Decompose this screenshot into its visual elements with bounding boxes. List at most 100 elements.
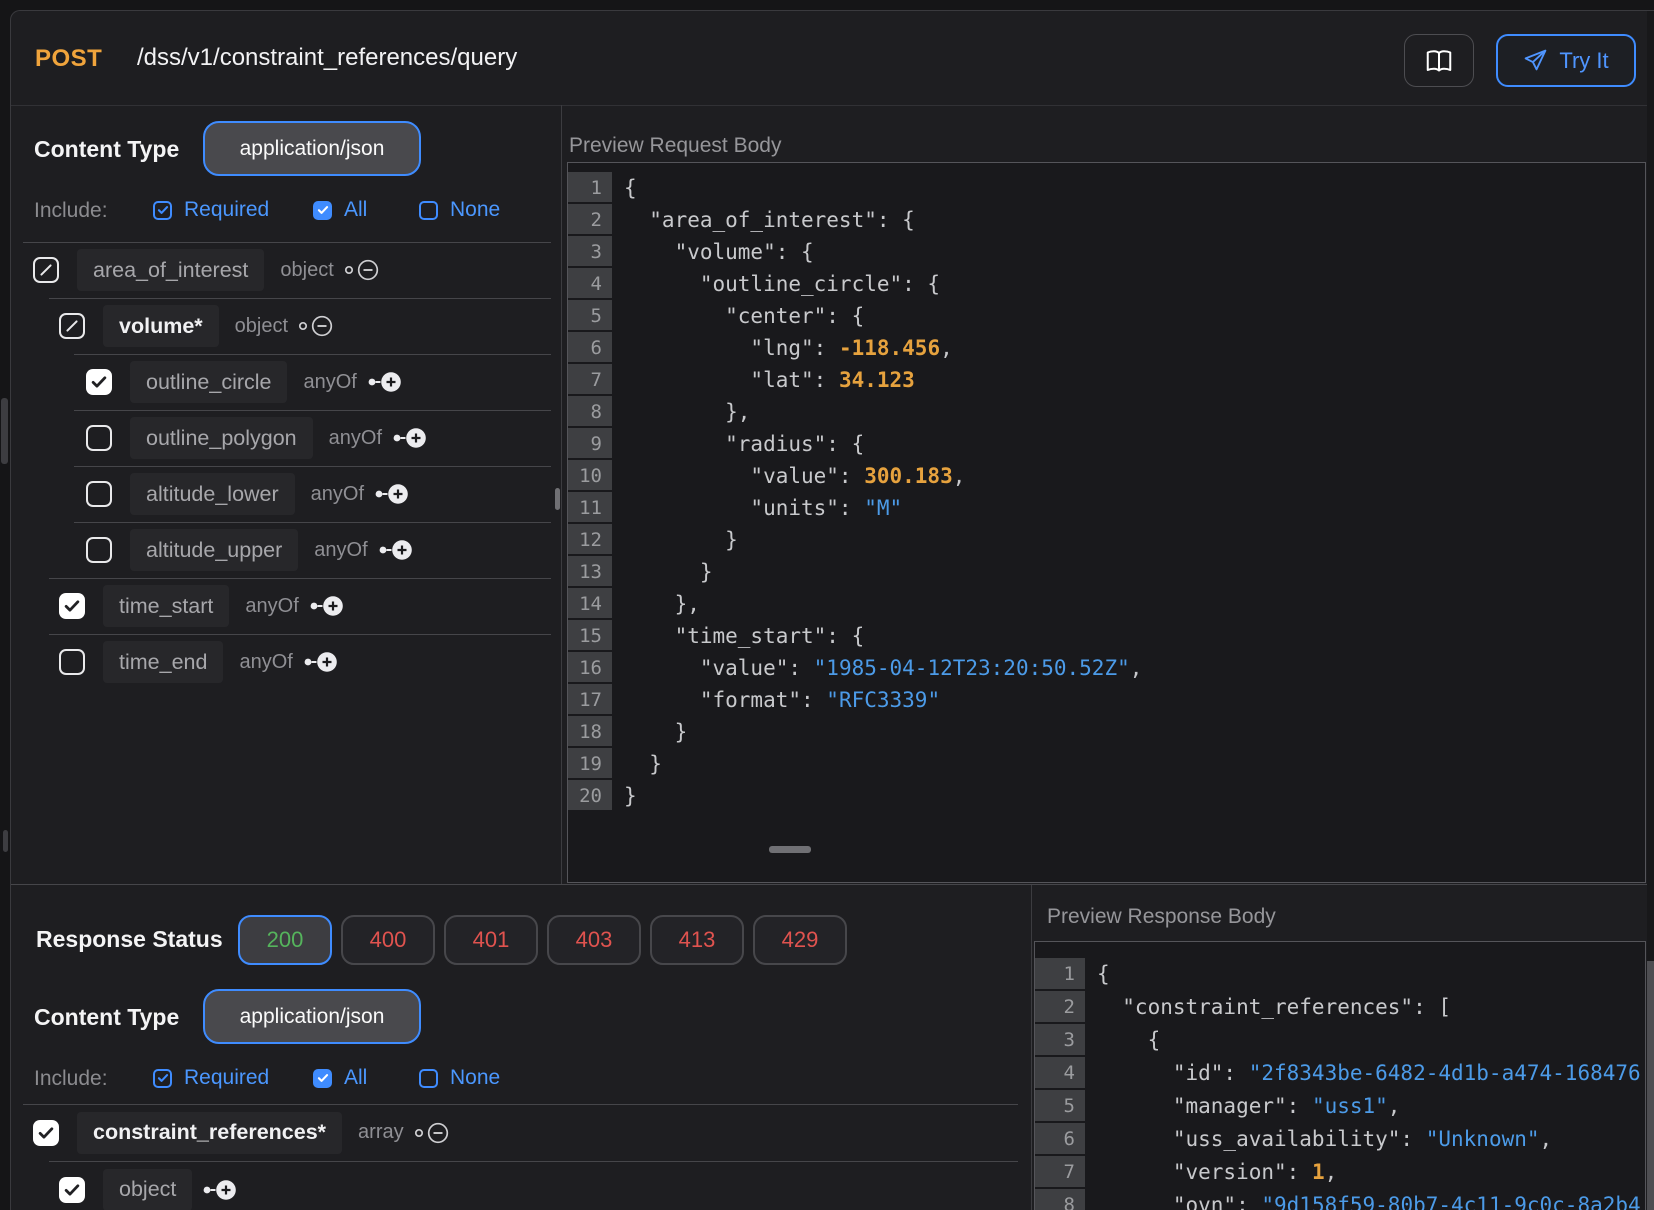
response-schema-tree: constraint_references*arrayobject [11, 1104, 1018, 1210]
response-status-label: Response Status [36, 926, 223, 953]
response-content-type-value: application/json [240, 1005, 385, 1029]
code-line: 17 "format": "RFC3339" [568, 684, 1645, 716]
field-name: constraint_references* [93, 1120, 326, 1145]
collapse-toggle-icon[interactable] [298, 314, 334, 338]
field-name: time_end [119, 650, 207, 675]
checkbox-indeterminate[interactable] [59, 313, 85, 339]
include-option-required[interactable]: Required [153, 199, 269, 221]
line-number: 1 [568, 172, 612, 204]
checkbox-unchecked[interactable] [59, 649, 85, 675]
right-scrollbar-thumb[interactable] [1647, 961, 1654, 1210]
line-number: 12 [568, 524, 612, 556]
response-body-code[interactable]: 1{2 "constraint_references": [3 {4 "id":… [1034, 941, 1646, 1210]
code-text: "center": { [612, 300, 864, 332]
expand-toggle-icon[interactable] [367, 370, 403, 394]
code-text: { [612, 172, 637, 204]
include-option-all[interactable]: All [313, 1067, 367, 1089]
code-text: "uss_availability": "Unknown", [1085, 1123, 1552, 1156]
schema-row-object: object [11, 1161, 1018, 1210]
left-scrollbar-thumb-small[interactable] [3, 830, 8, 852]
checkbox-unchecked[interactable] [86, 481, 112, 507]
checkbox-unchecked[interactable] [86, 537, 112, 563]
response-content-type-label: Content Type [34, 1004, 179, 1031]
field-name: object [119, 1177, 176, 1202]
line-number: 5 [568, 300, 612, 332]
docs-button[interactable] [1404, 34, 1474, 87]
code-text: }, [612, 396, 750, 428]
code-text: "version": 1, [1085, 1156, 1337, 1189]
code-line: 1{ [568, 172, 1645, 204]
checkbox-checked[interactable] [59, 1177, 85, 1203]
status-button-413[interactable]: 413 [650, 915, 744, 965]
field-pill: time_start [103, 585, 229, 627]
field-pill: altitude_lower [130, 473, 295, 515]
code-line: 15 "time_start": { [568, 620, 1645, 652]
expand-toggle-icon[interactable] [202, 1178, 238, 1202]
code-text: "lat": 34.123 [612, 364, 915, 396]
include-option-none[interactable]: None [419, 199, 500, 221]
code-line: 14 }, [568, 588, 1645, 620]
endpoint-card: POST /dss/v1/constraint_references/query… [10, 10, 1654, 1210]
request-schema-tree: area_of_interestobjectvolume*objectoutli… [11, 242, 551, 690]
include-option-label: Required [184, 198, 269, 222]
code-text: } [612, 716, 687, 748]
include-option-required[interactable]: Required [153, 1067, 269, 1089]
expand-toggle-icon[interactable] [378, 538, 414, 562]
try-it-button[interactable]: Try It [1496, 34, 1636, 87]
code-text: } [612, 780, 637, 812]
collapse-toggle-icon[interactable] [414, 1121, 450, 1145]
include-option-label: All [344, 1066, 367, 1090]
schema-row-outline_circle: outline_circleanyOf [11, 354, 551, 410]
checkbox-unchecked[interactable] [86, 425, 112, 451]
checkbox-checked[interactable] [86, 369, 112, 395]
include-checkbox-outline-check [153, 1069, 172, 1088]
expand-toggle-icon[interactable] [374, 482, 410, 506]
request-content-type-button[interactable]: application/json [203, 121, 421, 176]
field-name: altitude_lower [146, 482, 279, 507]
status-button-403[interactable]: 403 [547, 915, 641, 965]
request-code-hscrollbar-thumb[interactable] [769, 846, 811, 853]
field-pill: altitude_upper [130, 529, 298, 571]
status-button-200[interactable]: 200 [238, 915, 332, 965]
status-button-401[interactable]: 401 [444, 915, 538, 965]
left-scrollbar-thumb[interactable] [1, 398, 8, 464]
include-checkbox-filled-check [313, 1069, 332, 1088]
code-text: "volume": { [612, 236, 814, 268]
line-number: 11 [568, 492, 612, 524]
http-method-badge: POST [35, 45, 102, 73]
expand-toggle-icon[interactable] [309, 594, 345, 618]
include-option-all[interactable]: All [313, 199, 367, 221]
expand-toggle-icon[interactable] [392, 426, 428, 450]
code-line: 1{ [1035, 958, 1645, 991]
line-number: 5 [1035, 1090, 1085, 1123]
code-text: "radius": { [612, 428, 864, 460]
schema-panel-scrollbar-thumb[interactable] [555, 488, 560, 510]
code-text: } [612, 748, 662, 780]
schema-row-outline_polygon: outline_polygonanyOf [11, 410, 551, 466]
checkbox-checked[interactable] [59, 593, 85, 619]
line-number: 6 [1035, 1123, 1085, 1156]
request-content-type-value: application/json [240, 137, 385, 161]
field-pill: time_end [103, 641, 223, 683]
field-pill: outline_polygon [130, 417, 313, 459]
code-line: 3 { [1035, 1024, 1645, 1057]
code-text: "id": "2f8343be-6482-4d1b-a474-168476 [1085, 1057, 1641, 1090]
line-number: 7 [1035, 1156, 1085, 1189]
include-option-none[interactable]: None [419, 1067, 500, 1089]
field-pill: constraint_references* [77, 1112, 342, 1154]
collapse-toggle-icon[interactable] [344, 258, 380, 282]
include-checkbox-outline-check [153, 201, 172, 220]
line-number: 6 [568, 332, 612, 364]
schema-row-constraint_references: constraint_references*array [11, 1104, 1018, 1161]
status-button-429[interactable]: 429 [753, 915, 847, 965]
section-divider [11, 884, 1654, 885]
checkbox-indeterminate[interactable] [33, 257, 59, 283]
checkbox-checked[interactable] [33, 1120, 59, 1146]
request-body-code[interactable]: 1{2 "area_of_interest": {3 "volume": {4 … [567, 162, 1646, 883]
response-preview-title: Preview Response Body [1047, 905, 1276, 929]
expand-toggle-icon[interactable] [303, 650, 339, 674]
response-content-type-button[interactable]: application/json [203, 989, 421, 1044]
line-number: 20 [568, 780, 612, 812]
status-button-400[interactable]: 400 [341, 915, 435, 965]
send-icon [1523, 48, 1548, 73]
